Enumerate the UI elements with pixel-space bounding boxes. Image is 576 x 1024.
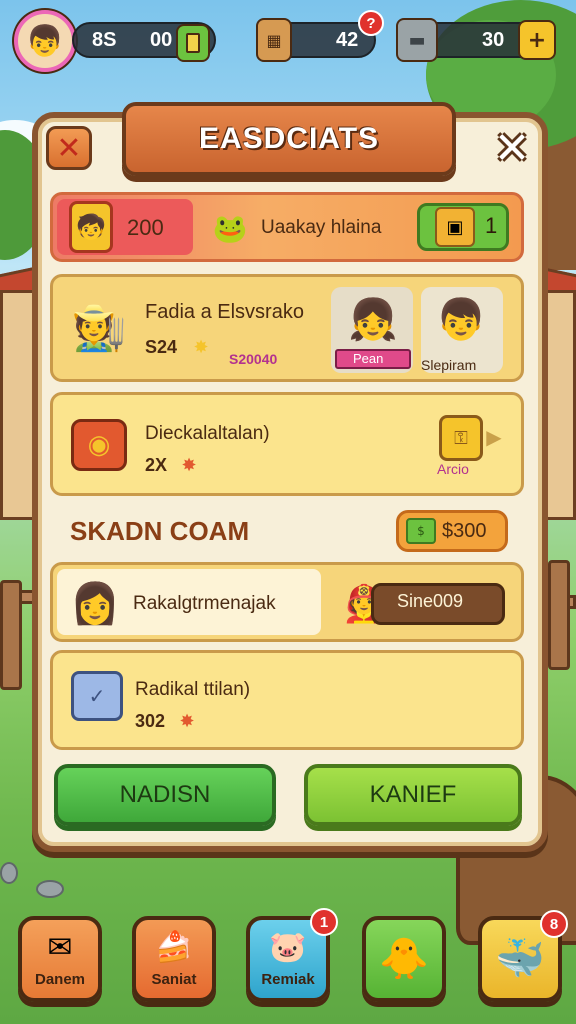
goblin-icon: 🐸 (212, 211, 248, 245)
nav-button-danem[interactable]: ✉ Danem (18, 916, 102, 1002)
offer-amount: 2X (145, 455, 168, 475)
shield-icon: 🧒 (69, 201, 113, 253)
section-price: $300 (442, 520, 487, 542)
offer-value: 200 (127, 215, 164, 240)
chest-icon: ▣ (435, 207, 475, 247)
offer-amount: S24 (145, 337, 178, 357)
offer-row[interactable]: 🧒 200 🐸 Uaakay hlaina ▣ 1 (50, 192, 524, 262)
plus-icon[interactable]: + (518, 20, 556, 60)
nav-label: Remiak (261, 970, 315, 988)
cash-icon: $ (406, 518, 436, 544)
lock-chest-icon: ⚿ (439, 415, 483, 461)
offer-name: Uaakay hlaina (261, 217, 382, 238)
player-avatar[interactable]: 👦 (14, 10, 76, 72)
girl-icon: 👩 (70, 580, 120, 627)
section-title: SKADN COAM (70, 516, 250, 546)
redhead-portrait-icon: 👧 (348, 296, 398, 343)
cancel-x-icon[interactable]: ✕ (46, 126, 92, 170)
chest-label: Arcio (437, 461, 469, 477)
nav-button-chick[interactable]: 🐥 (362, 916, 446, 1002)
top-resource-bar: 👦 8S 00 42 ▦ ? 30 ▬ + (0, 10, 576, 74)
arrow-right-icon: ▶ (486, 425, 502, 449)
resource-value: 30 (482, 28, 505, 51)
rock (0, 862, 18, 884)
treasure-icon: ◉ (71, 419, 127, 471)
offer-title: Fadia a Elsvsrako (145, 301, 304, 323)
panel-title: EASDCIATS (122, 102, 456, 176)
chick-icon: 🐥 (379, 936, 429, 982)
portrait-b-label: Slepiram (421, 357, 477, 373)
primary-action-label: NADISN (119, 781, 211, 808)
nav-label: Saniat (151, 970, 197, 988)
card-icon[interactable] (176, 24, 210, 62)
count-value: 1 (485, 213, 498, 238)
item-row[interactable]: ✓ Radikal ttilan) 302 ✸ (50, 650, 524, 750)
creature-icon: 🐳 (495, 936, 545, 982)
resource-value: 42 (336, 28, 359, 51)
portrait-a-label: Pean (353, 351, 384, 366)
fence-post (548, 560, 570, 670)
anvil-icon: ▬ (396, 18, 438, 62)
notification-badge: ? (358, 10, 384, 36)
resource-value: 00 (150, 28, 173, 51)
rock (36, 880, 64, 898)
notification-badge: 1 (310, 908, 338, 936)
secondary-action-label: KANIEF (369, 781, 457, 808)
cake-icon: 🍰 (155, 929, 193, 965)
boy-avatar-icon: 👦 (26, 23, 64, 59)
quest-name: Rakalgtrmenajak (133, 593, 276, 614)
character-offer-row[interactable]: 🧑‍🌾 Fadia a Elsvsrako S24 ✸ S20040 👧 Pea… (50, 274, 524, 382)
close-icon[interactable]: ✕ (488, 123, 536, 174)
star-icon: ✸ (179, 710, 195, 732)
quest-row[interactable]: 👩 Rakalgtrmenajak 🧑‍🚒 Sine009 (50, 562, 524, 642)
nav-button-saniat[interactable]: 🍰 Saniat (132, 916, 216, 1002)
farmer-icon: 🧑‍🌾 (71, 303, 127, 354)
nav-label: Danem (34, 970, 86, 988)
pig-icon: 🐷 (269, 929, 307, 965)
primary-action-button[interactable]: NADISN (54, 764, 276, 826)
envelope-icon: ✉ (47, 929, 73, 965)
star-icon: ✸ (193, 336, 209, 358)
crate-icon[interactable]: ▦ (256, 18, 292, 62)
resource-value: 8S (92, 28, 117, 51)
chest-offer-row[interactable]: ◉ Dieckalaltalan) 2X ✸ ⚿ ▶ Arcio (50, 392, 524, 496)
item-amount: 302 (135, 711, 166, 731)
quest-value: Sine009 (397, 591, 464, 611)
item-title: Radikal ttilan) (135, 679, 251, 700)
fence-post (0, 580, 22, 690)
secondary-action-button[interactable]: KANIEF (304, 764, 522, 826)
offer-price: S20040 (229, 351, 278, 367)
scroll-icon: ✓ (71, 671, 123, 721)
notification-badge: 8 (540, 910, 568, 938)
boy-portrait-icon: 👦 (436, 296, 486, 343)
offer-title: Dieckalaltalan) (145, 423, 270, 444)
star-icon: ✸ (181, 454, 197, 476)
